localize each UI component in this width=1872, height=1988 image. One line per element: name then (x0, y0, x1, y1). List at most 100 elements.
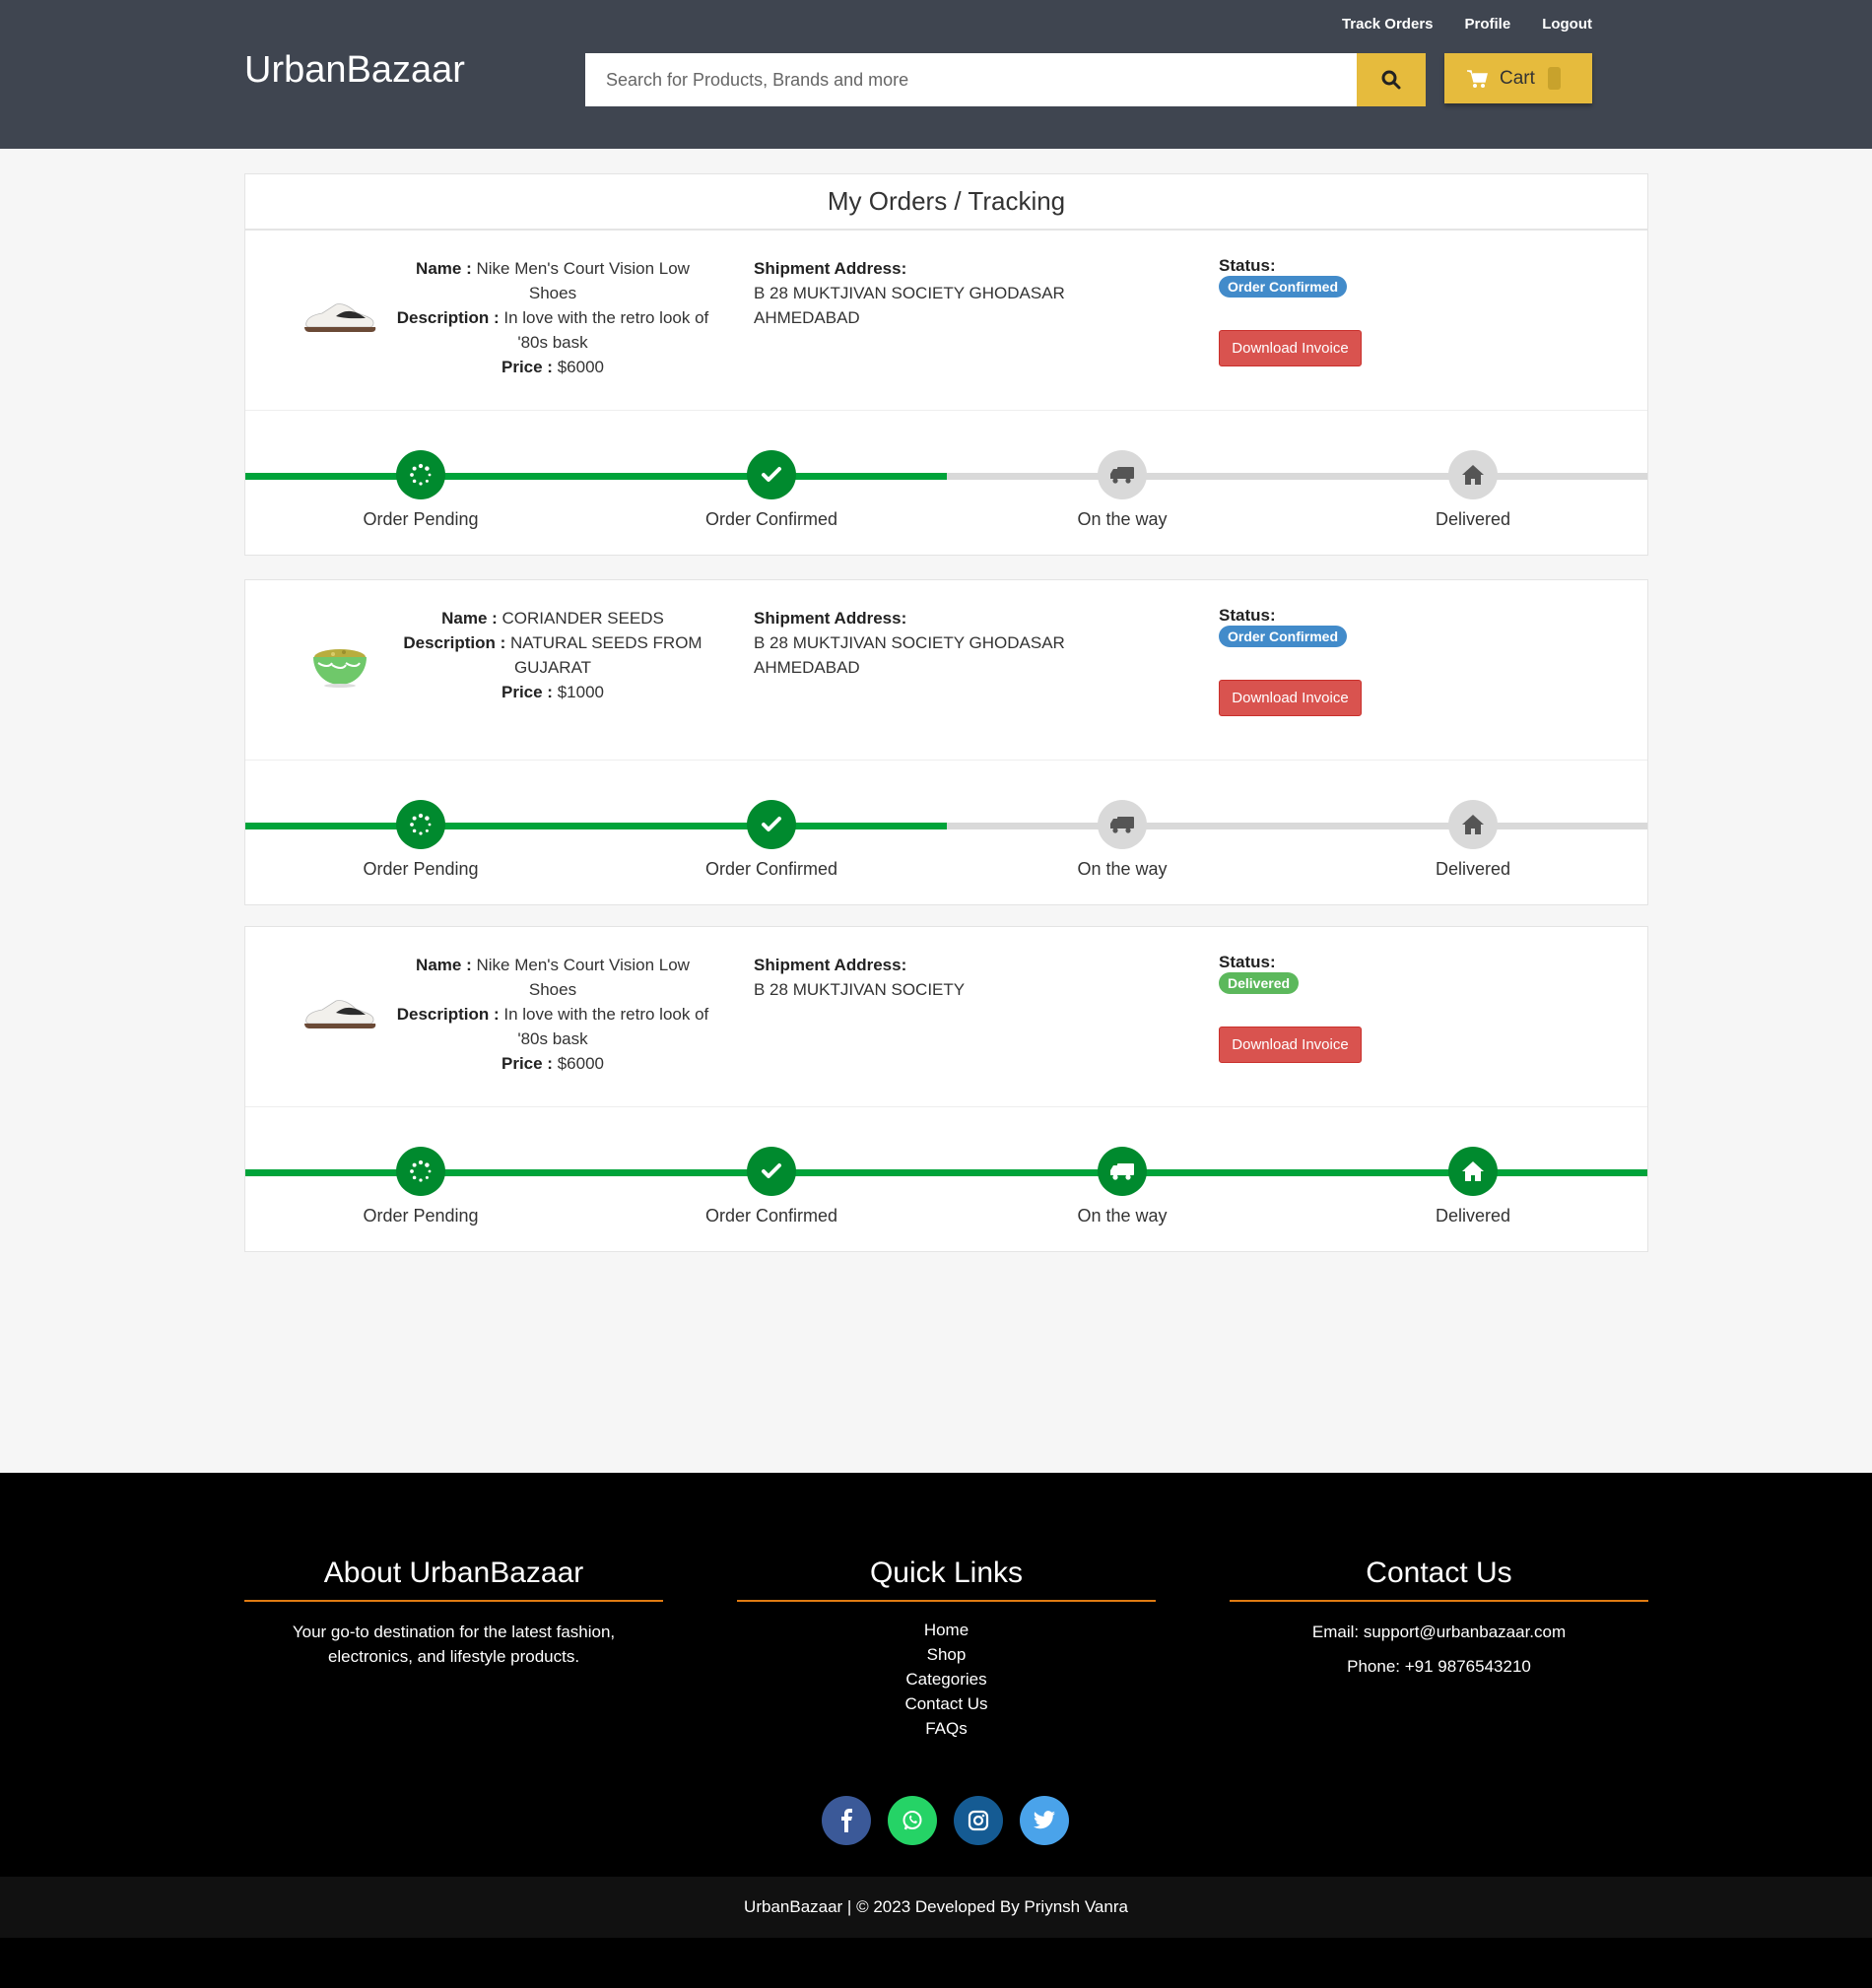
footer-phone: Phone: +91 9876543210 (1347, 1657, 1531, 1676)
nav-profile[interactable]: Profile (1465, 16, 1511, 33)
instagram-icon[interactable] (954, 1796, 1003, 1845)
copyright-text: UrbanBazaar | © 2023 Developed By Priyns… (744, 1897, 1128, 1916)
product-info: Name : Nike Men's Court Vision Low Shoes… (396, 953, 709, 1076)
shipment-label: Shipment Address: (754, 956, 907, 974)
track-step-1 (747, 800, 796, 849)
track-step-1 (747, 450, 796, 499)
nav-track-orders[interactable]: Track Orders (1342, 16, 1434, 33)
page-title: My Orders / Tracking (244, 173, 1648, 230)
order-card: Name : CORIANDER SEEDS Description : NATU… (244, 579, 1648, 905)
product-price: $6000 (557, 358, 604, 376)
description-label: Description : (403, 633, 506, 652)
whatsapp-icon[interactable] (888, 1796, 937, 1845)
track-step-label: Delivered (1435, 509, 1511, 529)
product-price: $6000 (557, 1054, 604, 1073)
home-icon (1462, 1161, 1484, 1181)
twitter-icon[interactable] (1020, 1796, 1069, 1845)
track-step-label: On the way (1077, 509, 1168, 529)
description-label: Description : (396, 1005, 500, 1024)
footer-quick-links: Quick Links Home Shop Categories Contact… (737, 1557, 1156, 1741)
address-text: B 28 MUKTJIVAN SOCIETY GHODASAR AHMEDABA… (754, 284, 1065, 327)
product-image (313, 649, 367, 688)
home-icon (1462, 815, 1484, 834)
status-label: Status: (1219, 256, 1276, 275)
nav-logout[interactable]: Logout (1542, 16, 1592, 33)
product-description: In love with the retro look of '80s bask (503, 1005, 709, 1048)
track-step-label: Delivered (1435, 1206, 1511, 1226)
footer-links-title: Quick Links (737, 1557, 1156, 1602)
address-text: B 28 MUKTJIVAN SOCIETY GHODASAR AHMEDABA… (754, 633, 1065, 677)
order-details: Name : Nike Men's Court Vision Low Shoes… (245, 231, 1647, 411)
footer-link-categories[interactable]: Categories (737, 1667, 1156, 1691)
social-links (822, 1796, 1069, 1845)
download-invoice-button[interactable]: Download Invoice (1219, 330, 1362, 366)
footer-link-home[interactable]: Home (737, 1618, 1156, 1642)
track-step-label: Order Pending (363, 1206, 479, 1226)
price-label: Price : (501, 683, 553, 701)
order-tracker: Order Pending Order Confirmed On the way De… (245, 1107, 1647, 1251)
order-details: Name : Nike Men's Court Vision Low Shoes… (245, 927, 1647, 1107)
footer-email: Email: support@urbanbazaar.com (1311, 1623, 1567, 1641)
status-label: Status: (1219, 953, 1276, 971)
footer-link-faqs[interactable]: FAQs (737, 1716, 1156, 1741)
track-step-0 (396, 800, 445, 849)
footer-contact: Contact Us Email: support@urbanbazaar.co… (1230, 1557, 1648, 1679)
cart-label: Cart (1500, 67, 1535, 89)
order-card: Name : Nike Men's Court Vision Low Shoes… (244, 926, 1648, 1252)
facebook-icon[interactable] (822, 1796, 871, 1845)
track-step-0 (396, 1147, 445, 1196)
footer-about-title: About UrbanBazaar (244, 1557, 663, 1602)
product-info: Name : CORIANDER SEEDS Description : NATU… (396, 606, 709, 704)
truck-icon (1110, 467, 1134, 484)
track-step-label: Order Pending (363, 859, 479, 879)
site-logo[interactable]: UrbanBazaar (244, 49, 465, 92)
top-nav: Track Orders Profile Logout (1342, 16, 1592, 33)
progress-fill (245, 473, 947, 480)
status-badge: Order Confirmed (1219, 276, 1348, 298)
search-icon (1381, 70, 1401, 90)
product-price: $1000 (557, 683, 604, 701)
footer-link-shop[interactable]: Shop (737, 1642, 1156, 1667)
download-invoice-button[interactable]: Download Invoice (1219, 1027, 1362, 1063)
name-label: Name : (416, 956, 472, 974)
footer-about: About UrbanBazaar Your go-to destination… (244, 1557, 663, 1669)
product-description: In love with the retro look of '80s bask (503, 308, 709, 352)
site-header: Track Orders Profile Logout UrbanBazaar … (0, 0, 1872, 149)
shipment-label: Shipment Address: (754, 259, 907, 278)
order-status: Status: Order Confirmed (1219, 606, 1348, 647)
check-icon (762, 817, 781, 831)
progress-fill (245, 1169, 1647, 1176)
product-name: Nike Men's Court Vision Low Shoes (476, 956, 690, 999)
track-step-3 (1448, 1147, 1498, 1196)
search-button[interactable] (1357, 53, 1426, 106)
order-tracker: Order Pending Order Confirmed On the way De… (245, 411, 1647, 555)
shipment-address: Shipment Address: B 28 MUKTJIVAN SOCIETY … (754, 606, 1118, 680)
product-image (304, 303, 376, 332)
spinner-icon (410, 1160, 432, 1182)
name-label: Name : (441, 609, 498, 628)
download-invoice-button[interactable]: Download Invoice (1219, 680, 1362, 716)
cart-count-badge (1548, 67, 1561, 90)
search-input[interactable] (585, 53, 1358, 106)
track-step-label: On the way (1077, 1206, 1168, 1226)
product-name: Nike Men's Court Vision Low Shoes (476, 259, 690, 302)
shipment-address: Shipment Address: B 28 MUKTJIVAN SOCIETY … (754, 256, 1118, 330)
cart-button[interactable]: Cart (1444, 53, 1592, 103)
description-label: Description : (396, 308, 500, 327)
product-description: NATURAL SEEDS FROM GUJARAT (510, 633, 702, 677)
track-step-2 (1098, 800, 1147, 849)
product-image (304, 1000, 376, 1028)
order-tracker: Order Pending Order Confirmed On the way De… (245, 761, 1647, 904)
footer-link-contact[interactable]: Contact Us (737, 1691, 1156, 1716)
shipment-address: Shipment Address: B 28 MUKTJIVAN SOCIETY (754, 953, 1118, 1002)
truck-icon (1110, 1163, 1134, 1180)
price-label: Price : (501, 1054, 553, 1073)
track-step-label: Delivered (1435, 859, 1511, 879)
track-step-0 (396, 450, 445, 499)
order-details: Name : CORIANDER SEEDS Description : NATU… (245, 580, 1647, 761)
order-status: Status: Order Confirmed (1219, 256, 1348, 298)
status-label: Status: (1219, 606, 1276, 625)
track-step-3 (1448, 800, 1498, 849)
footer-about-text: Your go-to destination for the latest fa… (292, 1623, 616, 1666)
track-step-label: Order Confirmed (704, 1206, 838, 1226)
